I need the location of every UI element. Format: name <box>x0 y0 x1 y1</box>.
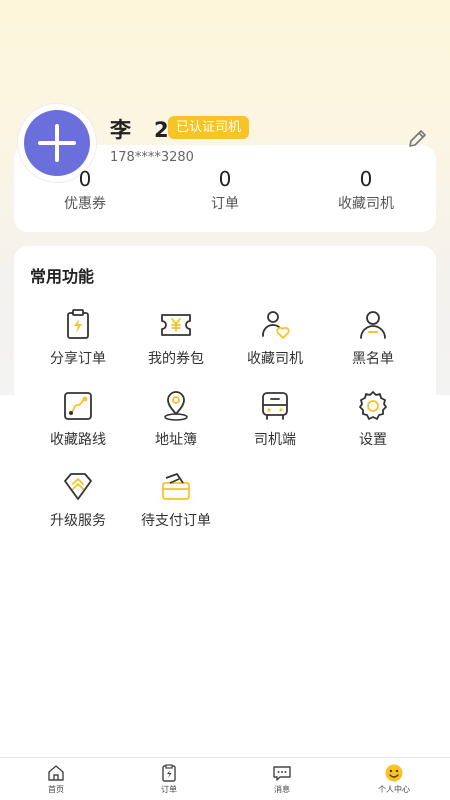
stat-label: 订单 <box>211 196 239 212</box>
function-driver-app[interactable]: 司机端 <box>225 389 325 449</box>
function-label: 我的券包 <box>148 351 204 367</box>
stat-value: 0 <box>218 167 232 191</box>
tab-label: 消息 <box>274 785 290 794</box>
plus-icon <box>38 124 76 162</box>
favorite-driver-icon <box>262 311 290 339</box>
stat-value: 0 <box>78 167 92 191</box>
home-icon <box>48 765 64 781</box>
stat-orders[interactable]: 0 订单 <box>175 167 275 213</box>
function-label: 设置 <box>359 432 387 448</box>
stat-favorite-drivers[interactable]: 0 收藏司机 <box>316 167 416 213</box>
function-favorite-drivers[interactable]: 收藏司机 <box>225 308 325 368</box>
address-book-icon <box>164 391 188 421</box>
profile-icon <box>385 764 403 782</box>
function-share-order[interactable]: 分享订单 <box>28 308 128 368</box>
function-label: 司机端 <box>254 432 296 448</box>
function-pending-payment[interactable]: 待支付订单 <box>126 470 226 530</box>
phone-number: 178****3280 <box>110 150 194 165</box>
function-settings[interactable]: 设置 <box>323 389 423 449</box>
tab-label: 首页 <box>48 785 64 794</box>
favorite-route-icon <box>64 392 92 420</box>
pending-payment-icon <box>162 473 190 500</box>
section-title: 常用功能 <box>30 267 95 286</box>
function-favorite-routes[interactable]: 收藏路线 <box>28 389 128 449</box>
tab-orders[interactable]: 订单 <box>139 763 199 795</box>
stat-label: 收藏司机 <box>338 196 394 212</box>
blacklist-icon <box>360 311 386 339</box>
tab-label: 订单 <box>161 785 177 794</box>
tab-label: 个人中心 <box>378 785 410 794</box>
driver-app-icon <box>262 392 288 420</box>
tab-home[interactable]: 首页 <box>26 763 86 795</box>
function-label: 收藏司机 <box>247 351 303 367</box>
function-address-book[interactable]: 地址簿 <box>126 389 226 449</box>
verified-driver-badge: 已认证司机 <box>168 116 250 139</box>
function-label: 待支付订单 <box>141 513 211 529</box>
coupon-icon <box>161 314 191 336</box>
function-label: 黑名单 <box>352 351 394 367</box>
tab-profile[interactable]: 个人中心 <box>364 763 424 795</box>
orders-icon <box>162 764 176 782</box>
bottom-tab-bar: 首页 订单 消息 个人中心 <box>0 757 450 800</box>
tab-messages[interactable]: 消息 <box>252 763 312 795</box>
upgrade-icon <box>64 473 92 500</box>
stat-value: 0 <box>359 167 373 191</box>
stat-label: 优惠券 <box>64 196 106 212</box>
message-icon <box>273 766 291 781</box>
share-order-icon <box>67 309 89 339</box>
stat-coupons[interactable]: 0 优惠券 <box>35 167 135 213</box>
function-coupon-wallet[interactable]: 我的券包 <box>126 308 226 368</box>
user-name: 李 2 <box>110 118 170 142</box>
function-label: 升级服务 <box>50 513 106 529</box>
function-blacklist[interactable]: 黑名单 <box>323 308 423 368</box>
edit-icon[interactable] <box>406 128 428 150</box>
function-label: 地址簿 <box>155 432 197 448</box>
function-label: 分享订单 <box>50 351 106 367</box>
settings-icon <box>359 391 387 420</box>
function-label: 收藏路线 <box>50 432 106 448</box>
function-upgrade-service[interactable]: 升级服务 <box>28 470 128 530</box>
